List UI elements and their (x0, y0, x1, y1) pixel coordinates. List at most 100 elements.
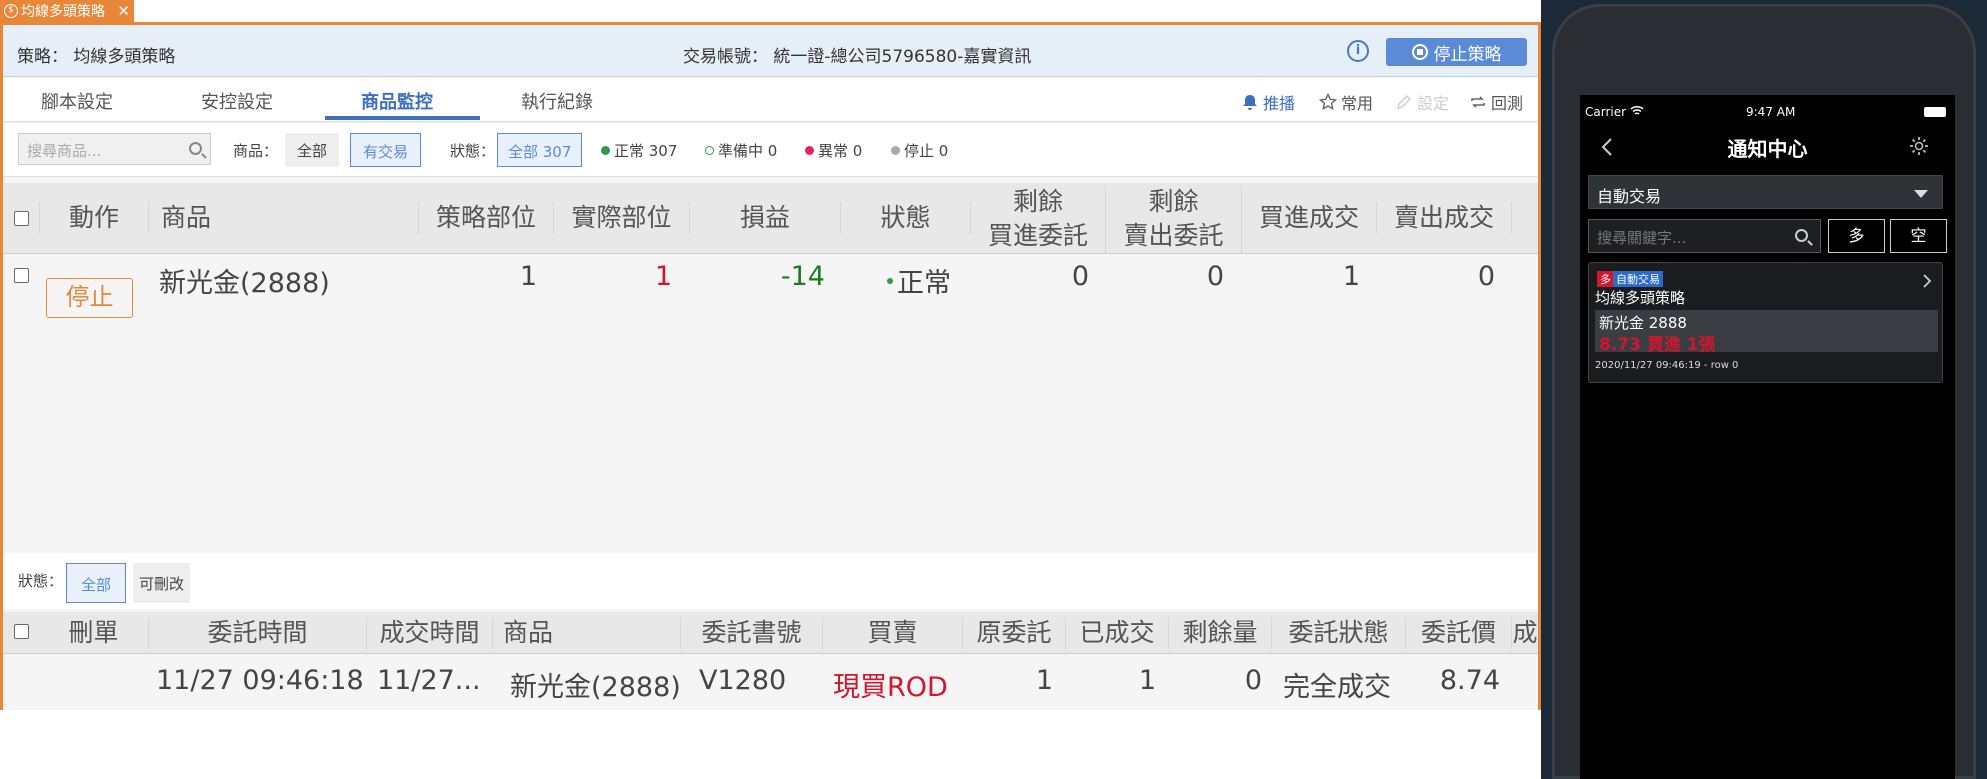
favorite-button[interactable]: 常用 (1319, 90, 1373, 114)
col-strategy-position[interactable]: 策略部位 (419, 202, 554, 234)
backtest-label: 回測 (1491, 94, 1524, 113)
col-remaining-qty[interactable]: 剩餘量 (1169, 617, 1272, 649)
keyword-search-placeholder: 搜尋關鍵字... (1597, 229, 1687, 247)
order-row-filled-qty: 1 (1138, 665, 1156, 696)
row-status-label: 正常 (897, 268, 951, 299)
favorite-label: 常用 (1341, 94, 1374, 113)
col-actual-position[interactable]: 實際部位 (554, 202, 690, 234)
col-original-qty[interactable]: 原委託 (963, 617, 1066, 649)
long-filter-button[interactable]: 多 (1828, 219, 1885, 253)
broadcast-button[interactable]: 推播 (1241, 90, 1295, 114)
status-normal-filter[interactable]: 正常 307 (601, 140, 677, 161)
wifi-icon (1630, 105, 1644, 115)
long-badge: 多 (1597, 271, 1614, 287)
col-order-time[interactable]: 委託時間 (149, 617, 367, 649)
product-all-button[interactable]: 全部 (285, 133, 340, 167)
tab-script-settings[interactable]: 腳本設定 (41, 88, 113, 114)
row-remaining-sell: 0 (1206, 261, 1224, 292)
col-order-product[interactable]: 商品 (493, 617, 681, 649)
stop-product-button[interactable]: 停止 (46, 278, 133, 318)
col-order-status[interactable]: 委託狀態 (1272, 617, 1406, 649)
order-row-product: 新光金(2888) (510, 672, 681, 703)
window-tab-title: 均線多頭策略 (21, 4, 105, 20)
col-action[interactable]: 動作 (39, 202, 149, 234)
page-title: 通知中心 (1727, 137, 1808, 161)
category-dropdown[interactable]: 自動交易 (1588, 175, 1943, 209)
window-tab[interactable]: $ 均線多頭策略 ✕ (0, 0, 134, 22)
auto-trade-badge: 自動交易 (1613, 271, 1663, 287)
col-truncated[interactable]: 成 (1512, 617, 1538, 649)
row-checkbox[interactable] (14, 268, 29, 283)
status-dot-icon (887, 277, 893, 284)
order-modifiable-button[interactable]: 可刪改 (133, 563, 191, 603)
chevron-right-icon (1923, 274, 1932, 288)
order-all-button[interactable]: 全部 (66, 563, 127, 603)
col-order-number[interactable]: 委託書號 (681, 617, 823, 649)
info-icon[interactable]: i (1347, 40, 1369, 62)
filter-bar: 搜尋商品... 商品： 全部 有交易 狀態： 全部 307 正常 307 準備中… (3, 123, 1538, 177)
col-order-price[interactable]: 委託價 (1406, 617, 1512, 649)
order-select-all-checkbox[interactable] (14, 624, 29, 639)
tab-bar: 腳本設定 安控設定 商品監控 執行紀錄 推播 常用 設定 回測 (3, 78, 1538, 122)
status-abnormal-filter[interactable]: 異常 0 (805, 140, 862, 161)
col-sell-filled[interactable]: 賣出成交 (1377, 202, 1512, 234)
status-ready-label: 準備中 0 (718, 142, 778, 160)
keyword-search-input[interactable]: 搜尋關鍵字... (1588, 219, 1821, 253)
stop-strategy-button[interactable]: 停止策略 (1386, 38, 1527, 66)
broadcast-label: 推播 (1263, 94, 1296, 113)
tab-execution-log[interactable]: 執行紀錄 (521, 88, 593, 114)
backtest-button[interactable]: 回測 (1469, 90, 1523, 114)
gear-icon[interactable] (1908, 135, 1930, 157)
repeat-icon (1471, 96, 1485, 108)
col-remaining-buy[interactable]: 剩餘 買進委託 (971, 185, 1106, 253)
status-stopped-filter[interactable]: 停止 0 (891, 140, 948, 161)
stop-icon (1411, 44, 1428, 60)
select-all-checkbox[interactable] (14, 211, 29, 226)
star-icon (1319, 93, 1337, 110)
product-search-input[interactable]: 搜尋商品... (18, 133, 211, 165)
ring-dot-icon (705, 146, 714, 155)
col-cancel[interactable]: 刪單 (39, 617, 149, 649)
dollar-icon: $ (4, 4, 18, 18)
col-product[interactable]: 商品 (149, 202, 419, 234)
carrier-label: Carrier (1585, 105, 1627, 119)
col-remaining-sell-line1: 剩餘 (1148, 187, 1199, 216)
tab-risk-settings[interactable]: 安控設定 (201, 88, 273, 114)
caret-down-icon (1914, 190, 1928, 198)
row-status: 正常 (887, 261, 951, 300)
short-filter-button[interactable]: 空 (1890, 219, 1947, 253)
status-all-button[interactable]: 全部 307 (497, 133, 583, 167)
active-tab-indicator (325, 116, 480, 120)
row-strategy-position: 1 (519, 261, 537, 292)
col-fill-time[interactable]: 成交時間 (367, 617, 493, 649)
notification-card[interactable]: 多 自動交易 均線多頭策略 新光金 2888 8.73 買進 1張 2020/1… (1588, 262, 1943, 383)
product-traded-button[interactable]: 有交易 (350, 133, 422, 167)
col-buy-filled[interactable]: 買進成交 (1242, 202, 1377, 234)
status-ready-filter[interactable]: 準備中 0 (705, 140, 777, 161)
order-row-order-time: 11/27 09:46:18 (156, 665, 364, 696)
red-dot-icon (805, 146, 814, 155)
col-pnl[interactable]: 損益 (690, 202, 841, 234)
order-row-remaining-qty: 0 (1244, 665, 1262, 696)
col-remaining-sell[interactable]: 剩餘 賣出委託 (1106, 185, 1242, 253)
pencil-icon (1397, 95, 1411, 109)
strategy-name: 策略： 均線多頭策略 (17, 47, 176, 67)
settings-label: 設定 (1417, 94, 1450, 113)
order-row-order-number: V1280 (699, 665, 787, 696)
gray-dot-icon (891, 146, 900, 155)
order-row-status: 完全成交 (1283, 672, 1391, 703)
battery-icon (1924, 107, 1946, 117)
col-side[interactable]: 買賣 (823, 617, 963, 649)
col-filled-qty[interactable]: 已成交 (1066, 617, 1169, 649)
row-buy-filled: 1 (1342, 261, 1360, 292)
row-product: 新光金(2888) (159, 268, 330, 299)
green-dot-icon (601, 146, 610, 155)
settings-button[interactable]: 設定 (1395, 90, 1449, 114)
close-icon[interactable]: ✕ (117, 2, 130, 20)
order-table-header: 刪單 委託時間 成交時間 商品 委託書號 買賣 原委託 已成交 剩餘量 委託狀態… (3, 612, 1538, 654)
trading-account: 交易帳號： 統一證-總公司5796580-嘉實資訊 (683, 47, 1032, 67)
tab-product-monitor[interactable]: 商品監控 (361, 88, 433, 114)
status-stopped-label: 停止 0 (904, 142, 949, 160)
row-remaining-buy: 0 (1071, 261, 1089, 292)
col-status[interactable]: 狀態 (841, 202, 971, 234)
